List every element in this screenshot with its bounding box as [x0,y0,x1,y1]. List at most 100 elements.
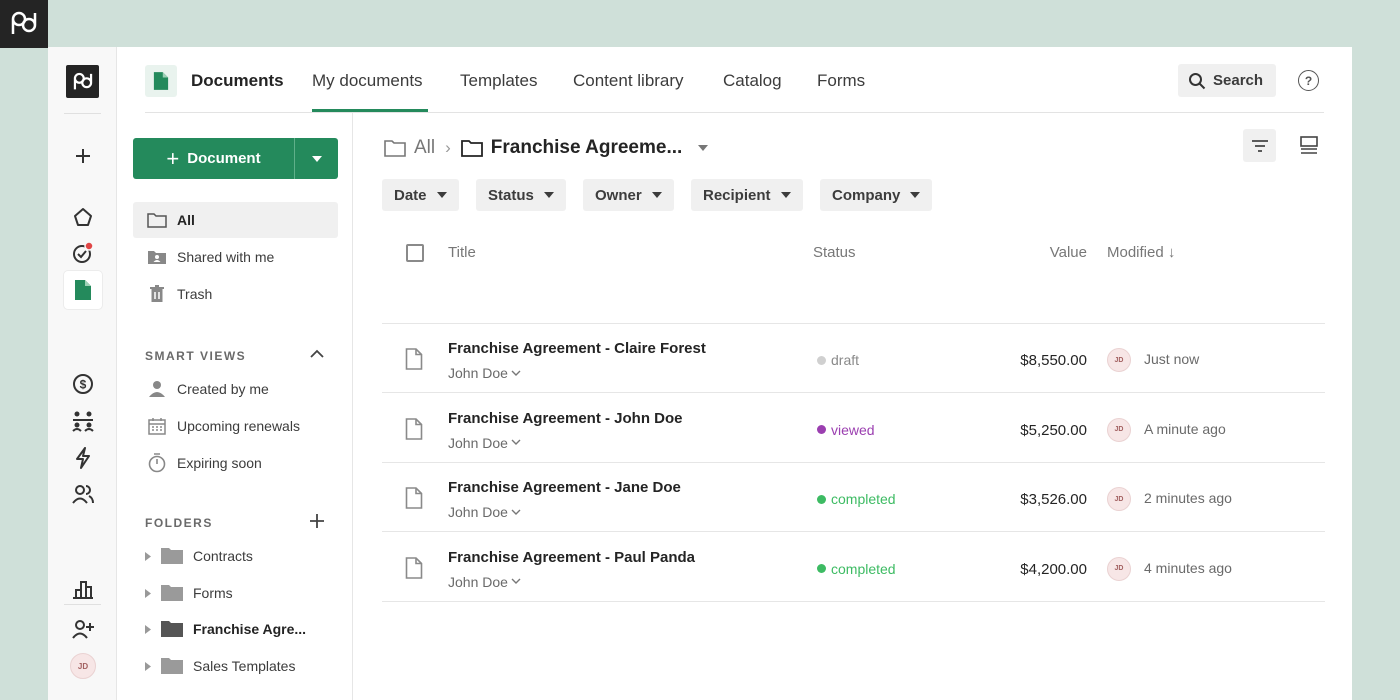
table-row[interactable]: Franchise Agreement - Paul Panda John Doe… [382,533,1325,602]
document-title[interactable]: Franchise Agreement - Jane Doe [448,479,681,496]
status-dot [817,564,826,573]
chevron-down-icon [511,439,521,445]
rail-logo[interactable] [66,65,99,98]
plus-icon: + [166,145,180,171]
tab-content-library[interactable]: Content library [573,71,684,91]
rail-divider [64,113,101,114]
contacts-icon [72,485,94,504]
smart-view-label: Expiring soon [177,455,262,471]
filter-owner[interactable]: Owner [583,179,674,211]
status-badge: completed [817,561,896,577]
smart-view-created-by-me[interactable]: Created by me [133,371,338,407]
document-owner[interactable]: John Doe [448,365,521,381]
add-folder-button[interactable] [307,511,327,531]
reports-button[interactable] [64,570,102,608]
status-label: completed [831,560,896,577]
folder-sales-templates[interactable]: Sales Templates [145,652,335,680]
smart-view-label: Upcoming renewals [177,418,300,434]
select-all-checkbox[interactable] [406,244,424,262]
expand-arrow-icon[interactable] [145,661,151,671]
document-title[interactable]: Franchise Agreement - John Doe [448,410,683,427]
sidebar-item-label: All [177,212,195,228]
list-view-icon [1300,136,1318,154]
contacts-button[interactable] [64,475,102,513]
search-icon [1189,72,1206,89]
new-document-dropdown[interactable] [295,138,338,179]
document-title[interactable]: Franchise Agreement - Paul Panda [448,549,695,566]
dollar-icon: $ [73,374,93,394]
tab-templates[interactable]: Templates [460,71,537,91]
tab-catalog[interactable]: Catalog [723,71,782,91]
user-avatar[interactable]: JD [70,653,96,679]
documents-icon [75,280,91,300]
folder-forms[interactable]: Forms [145,579,335,607]
workflow-button[interactable] [64,402,102,440]
home-button[interactable] [64,198,102,236]
filter-status[interactable]: Status [476,179,566,211]
sidebar-item-all[interactable]: All [133,202,338,238]
automation-button[interactable] [64,439,102,477]
filter-date[interactable]: Date [382,179,459,211]
table-row[interactable]: Franchise Agreement - Claire Forest John … [382,324,1325,393]
pricing-button[interactable]: $ [64,365,102,403]
document-value: $4,200.00 [1020,560,1087,578]
plus-icon [76,149,90,163]
tasks-button[interactable] [64,234,102,272]
chevron-down-icon [511,370,521,376]
expand-arrow-icon[interactable] [145,551,151,561]
view-mode-button[interactable] [1297,133,1321,157]
search-button[interactable]: Search [1178,64,1276,97]
collapse-smart-views-button[interactable] [307,344,327,364]
tab-my-documents[interactable]: My documents [312,71,423,91]
column-header-value[interactable]: Value [1050,244,1087,261]
help-button[interactable]: ? [1298,70,1319,91]
folder-outline-icon [384,140,406,157]
documents-main: All › Franchise Agreeme... Date Status O… [382,113,1325,700]
chart-icon [73,581,93,599]
column-header-modified[interactable]: Modified ↓ [1107,244,1175,261]
breadcrumb-root[interactable]: All [414,137,435,159]
brand-logo [0,0,48,48]
sidebar-item-trash[interactable]: Trash [133,276,338,312]
smart-view-expiring-soon[interactable]: Expiring soon [133,445,338,481]
document-owner[interactable]: John Doe [448,504,521,520]
table-row[interactable]: Franchise Agreement - Jane Doe John Doe co… [382,463,1325,532]
tab-forms[interactable]: Forms [817,71,865,91]
document-value: $8,550.00 [1020,352,1087,369]
owner-name: John Doe [448,365,508,381]
breadcrumb-separator: › [445,138,451,157]
column-header-status[interactable]: Status [813,244,856,261]
caret-down-icon [651,192,662,198]
invite-user-button[interactable] [64,610,102,648]
expand-arrow-icon[interactable] [145,588,151,598]
caret-down-icon [436,192,447,198]
person-icon [147,380,167,398]
caret-down-icon [780,192,791,198]
folder-contracts[interactable]: Contracts [145,542,335,570]
folder-menu-caret-icon[interactable] [698,145,709,151]
document-icon [405,417,423,445]
sidebar-item-shared[interactable]: Shared with me [133,239,338,275]
document-title[interactable]: Franchise Agreement - Claire Forest [448,340,706,357]
breadcrumb-current: Franchise Agreeme... [490,137,683,158]
smart-view-upcoming-renewals[interactable]: Upcoming renewals [133,408,338,444]
folder-franchise-agreements[interactable]: Franchise Agre... [145,615,335,643]
add-user-icon [72,620,94,639]
document-owner[interactable]: John Doe [448,435,521,451]
document-owner[interactable]: John Doe [448,574,521,590]
filter-recipient[interactable]: Recipient [691,179,803,211]
calendar-icon [147,417,167,435]
table-row[interactable]: Franchise Agreement - John Doe John Doe vi… [382,394,1325,463]
filter-company[interactable]: Company [820,179,933,211]
chevron-down-icon [511,509,521,515]
new-document-button[interactable]: + Document [133,138,295,179]
documents-button[interactable] [64,271,102,309]
create-button[interactable] [64,137,102,175]
column-header-title[interactable]: Title [448,244,476,261]
filter-toggle-button[interactable] [1243,129,1276,162]
sidebar-item-label: Shared with me [177,249,275,265]
sidebar-item-label: Trash [177,286,213,302]
status-badge: completed [817,491,896,507]
shared-folder-icon [147,249,167,265]
expand-arrow-icon[interactable] [145,624,151,634]
